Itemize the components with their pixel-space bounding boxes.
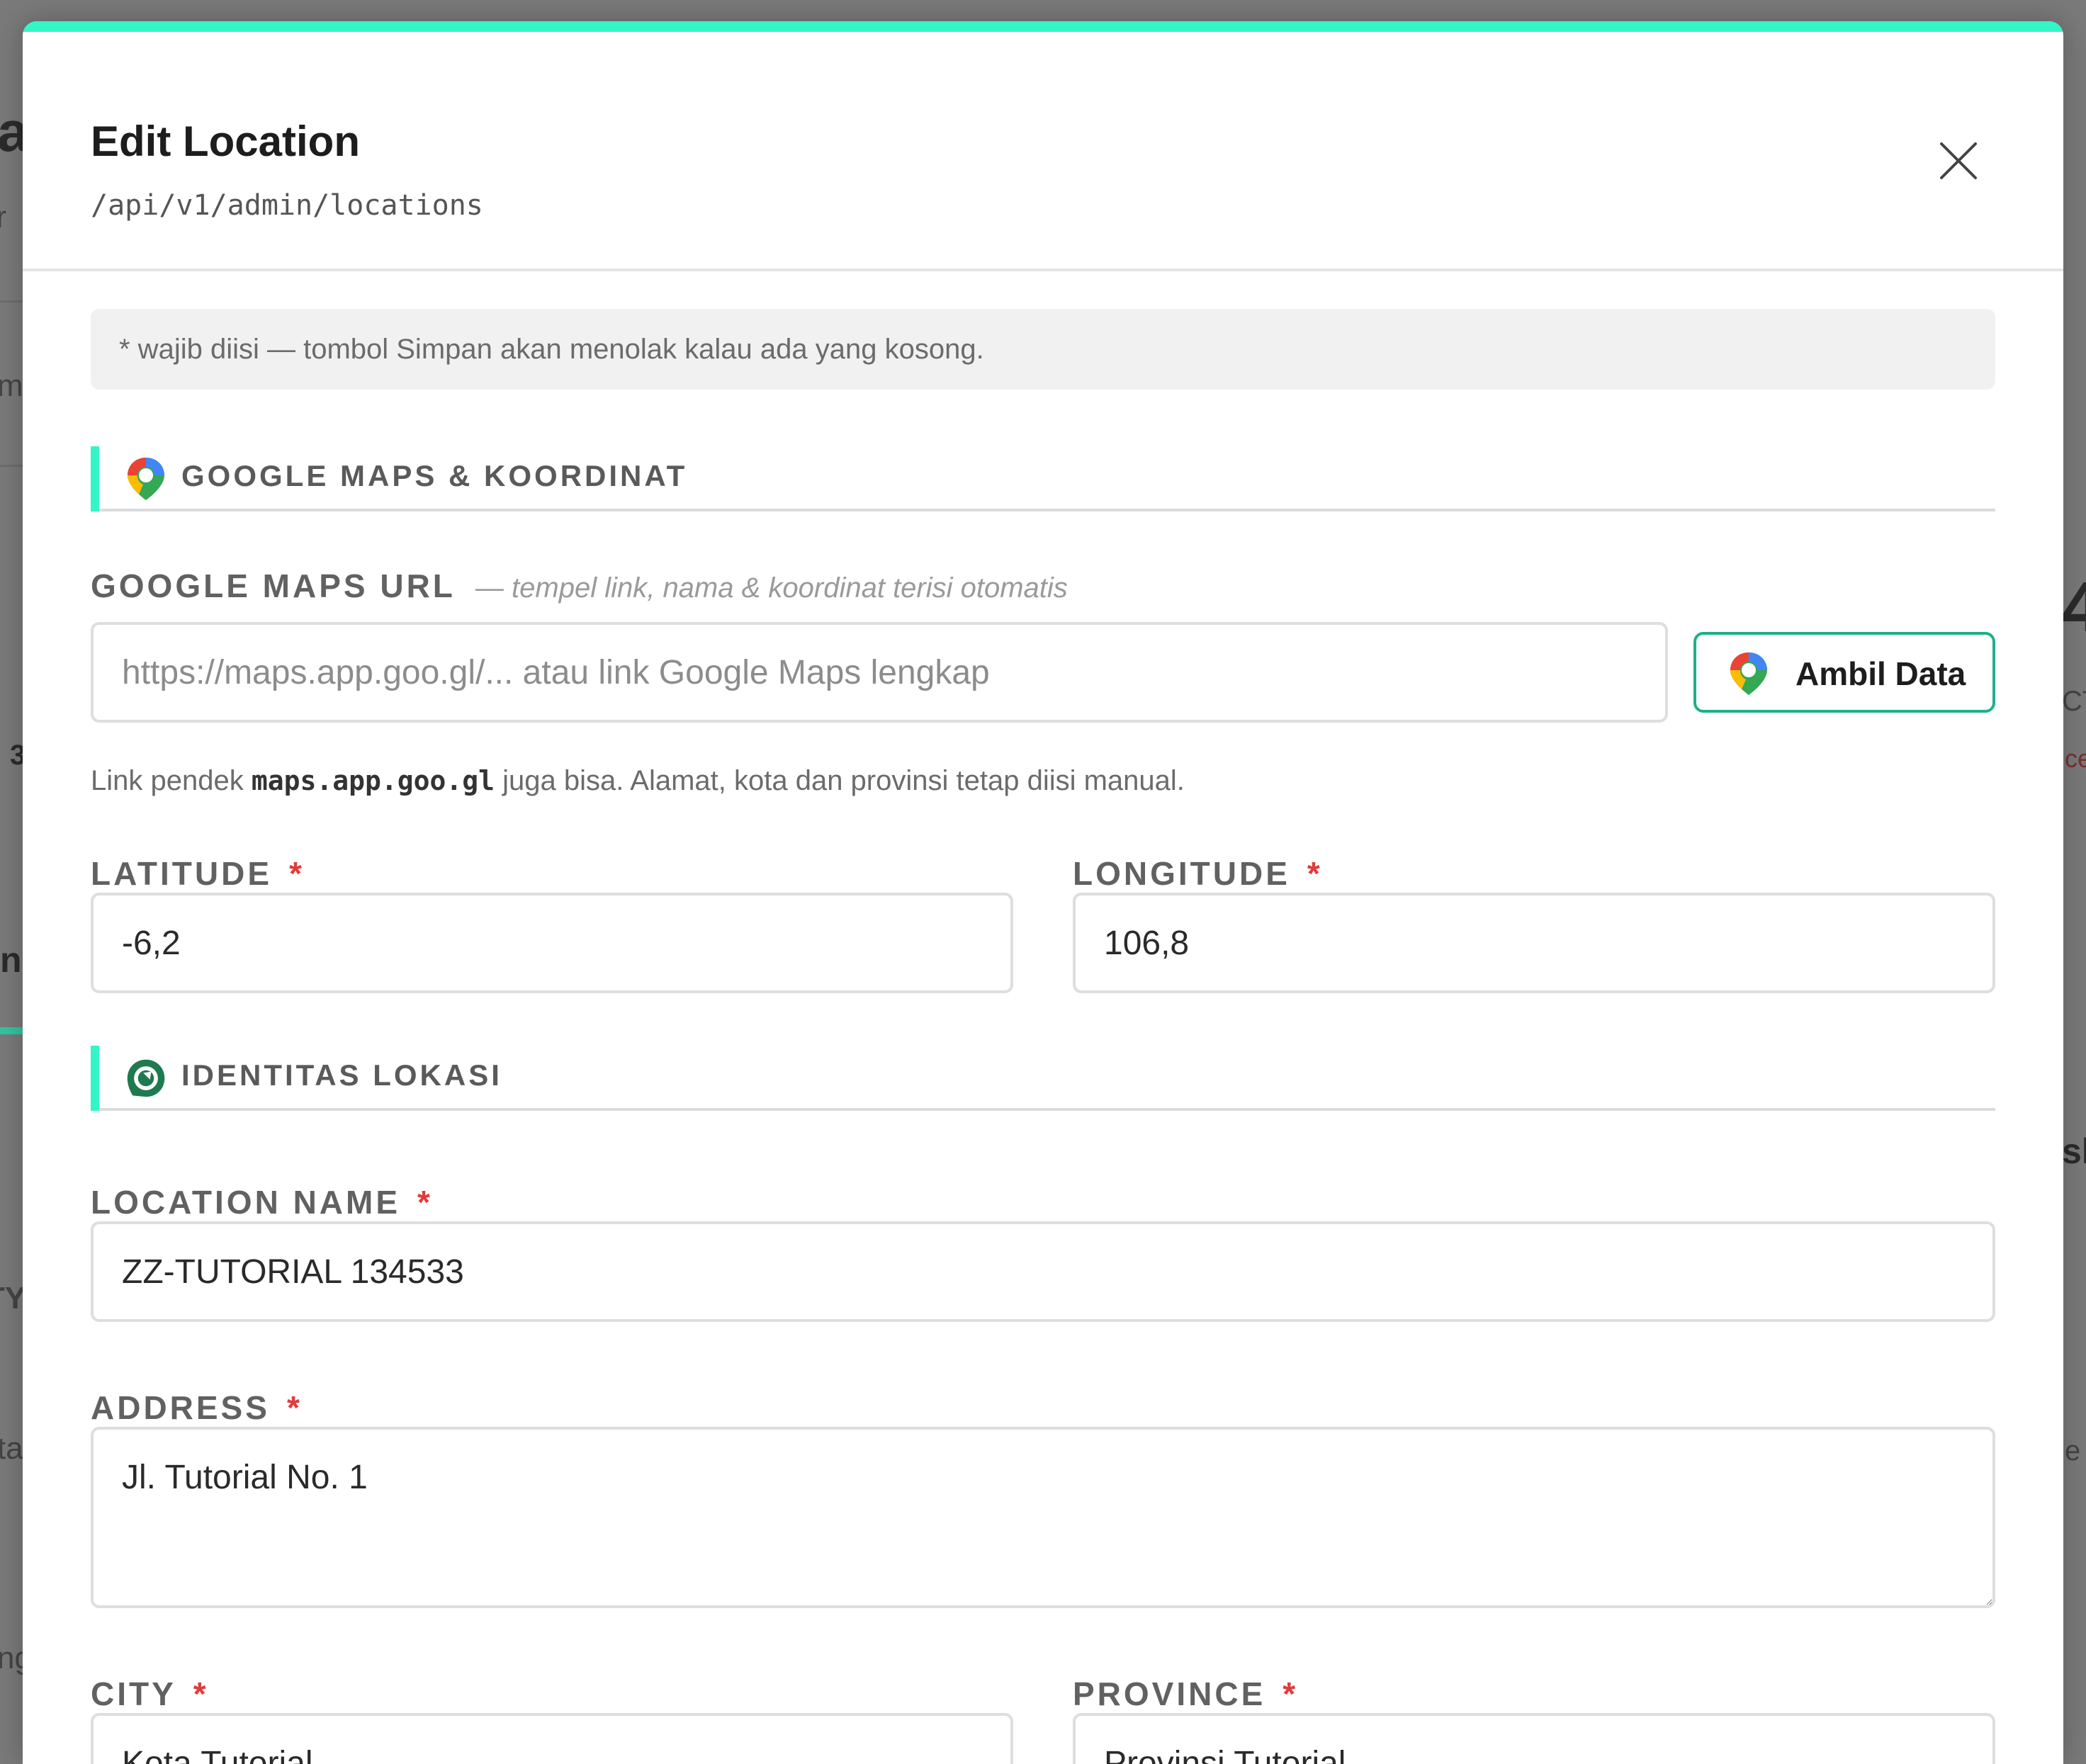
background-fragment: CT	[2062, 686, 2086, 717]
map-pin-icon	[1730, 652, 1767, 695]
address-label: ADDRESS *	[91, 1389, 300, 1427]
required-mark: *	[193, 1675, 206, 1712]
latitude-input[interactable]	[91, 893, 1013, 993]
location-name-label-text: LOCATION NAME	[91, 1184, 401, 1221]
section-title: GOOGLE MAPS & KOORDINAT	[181, 459, 688, 492]
section-identity: IDENTITAS LOKASI	[91, 1046, 1995, 1111]
location-name-input[interactable]	[91, 1221, 1995, 1322]
address-label-text: ADDRESS	[91, 1389, 270, 1426]
longitude-input[interactable]	[1073, 893, 1995, 993]
maps-url-input[interactable]	[91, 622, 1668, 723]
helper-prefix: Link pendek	[91, 765, 252, 796]
background-fragment: or	[0, 200, 7, 234]
location-name-label: LOCATION NAME *	[91, 1183, 430, 1221]
latitude-label-text: LATITUDE	[91, 855, 273, 892]
section-title: IDENTITAS LOKASI	[181, 1058, 502, 1092]
background-fragment: m	[0, 368, 23, 403]
maps-url-helper: Link pendek maps.app.goo.gl juga bisa. A…	[91, 765, 1185, 797]
helper-suffix: juga bisa. Alamat, kota dan provinsi tet…	[495, 765, 1185, 796]
required-mark: *	[1282, 1675, 1296, 1712]
section-accent	[91, 1046, 99, 1111]
background-fragment: ta	[0, 1431, 23, 1466]
maps-url-label: GOOGLE MAPS URL — tempel link, nama & koo…	[91, 567, 1068, 605]
address-textarea[interactable]: Jl. Tutorial No. 1	[91, 1427, 1995, 1608]
modal-title: Edit Location	[91, 118, 360, 165]
edit-location-modal: Edit Location /api/v1/admin/locations * …	[23, 21, 2063, 1764]
required-mark: *	[1307, 855, 1320, 892]
province-label-text: PROVINCE	[1073, 1675, 1266, 1712]
province-label: PROVINCE *	[1073, 1675, 1295, 1713]
background-fragment: 4	[2062, 567, 2086, 647]
background-divider	[0, 300, 23, 303]
required-mark: *	[417, 1184, 430, 1221]
map-pin-icon	[128, 458, 164, 500]
background-fragment: TY	[0, 1281, 26, 1316]
latitude-label: LATITUDE *	[91, 854, 302, 893]
modal-endpoint: /api/v1/admin/locations	[91, 189, 483, 222]
section-accent	[91, 446, 99, 511]
helper-code: maps.app.goo.gl	[251, 765, 495, 796]
close-icon	[1940, 142, 1977, 179]
city-input[interactable]	[91, 1713, 1013, 1764]
modal-accent-bar	[23, 21, 2063, 32]
background-fragment: ce	[2065, 744, 2086, 773]
longitude-label: LONGITUDE *	[1073, 854, 1320, 893]
required-mark: *	[286, 1389, 300, 1426]
province-input[interactable]	[1073, 1713, 1995, 1764]
background-divider	[0, 465, 23, 467]
fetch-data-label: Ambil Data	[1795, 655, 1966, 692]
city-label: CITY *	[91, 1675, 206, 1713]
close-button[interactable]	[1936, 138, 1981, 183]
city-label-text: CITY	[91, 1675, 176, 1712]
modal-header: Edit Location /api/v1/admin/locations	[23, 32, 2063, 271]
maps-url-hint: — tempel link, nama & koordinat terisi o…	[475, 572, 1068, 604]
longitude-label-text: LONGITUDE	[1073, 855, 1290, 892]
section-maps: GOOGLE MAPS & KOORDINAT	[91, 446, 1995, 511]
background-accent	[0, 1027, 23, 1034]
location-badge-icon	[127, 1059, 165, 1097]
background-fragment: n	[0, 940, 22, 980]
fetch-data-button[interactable]: Ambil Data	[1693, 632, 1995, 713]
required-notice: * wajib diisi — tombol Simpan akan menol…	[91, 309, 1995, 390]
maps-url-label-text: GOOGLE MAPS URL	[91, 567, 456, 604]
background-fragment: sh	[2062, 1131, 2086, 1171]
required-mark: *	[289, 855, 302, 892]
background-fragment: e	[2065, 1435, 2081, 1466]
